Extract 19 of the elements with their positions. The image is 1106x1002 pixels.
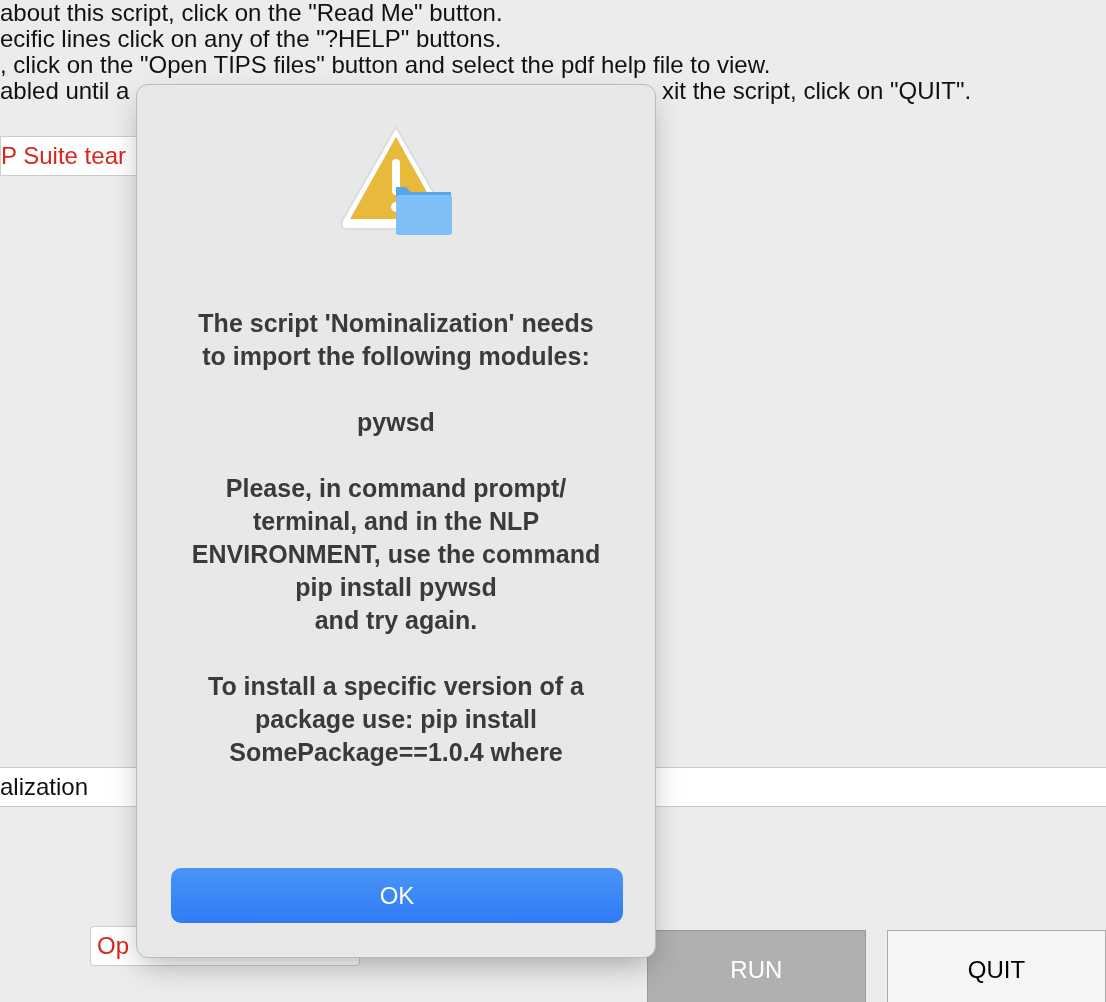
dialog-message: SomePackage==1.0.4 where xyxy=(229,737,563,768)
dialog-message: package use: pip install xyxy=(254,704,537,735)
dialog-message: terminal, and in the NLP xyxy=(252,506,540,537)
instruction-text: , click on the "Open TIPS files" button and select the pdf help file to view. xyxy=(0,52,772,78)
ok-button[interactable]: OK xyxy=(171,868,623,923)
dialog-message: The script 'Nominalization' needs xyxy=(198,308,594,339)
dialog-message: Please, in command prompt/ xyxy=(225,473,567,504)
dialog-message: ENVIRONMENT, use the command xyxy=(191,539,601,570)
run-button: RUN xyxy=(646,930,866,1002)
dialog-message: and try again. xyxy=(314,605,478,636)
instruction-text: abled until a xyxy=(0,78,130,104)
instruction-text: about this script, click on the "Read Me" button. xyxy=(0,0,504,26)
dialog-message: pywsd xyxy=(357,407,435,438)
instruction-text: xit the script, click on "QUIT". xyxy=(662,78,972,104)
dialog-message: pip install pywsd xyxy=(295,572,497,603)
dialog-message: To install a specific version of a xyxy=(207,671,584,702)
quit-button[interactable]: QUIT xyxy=(886,930,1106,1002)
dialog-message: to import the following modules: xyxy=(202,341,590,372)
instruction-text: ecific lines click on any of the "?HELP" buttons. xyxy=(0,26,503,52)
